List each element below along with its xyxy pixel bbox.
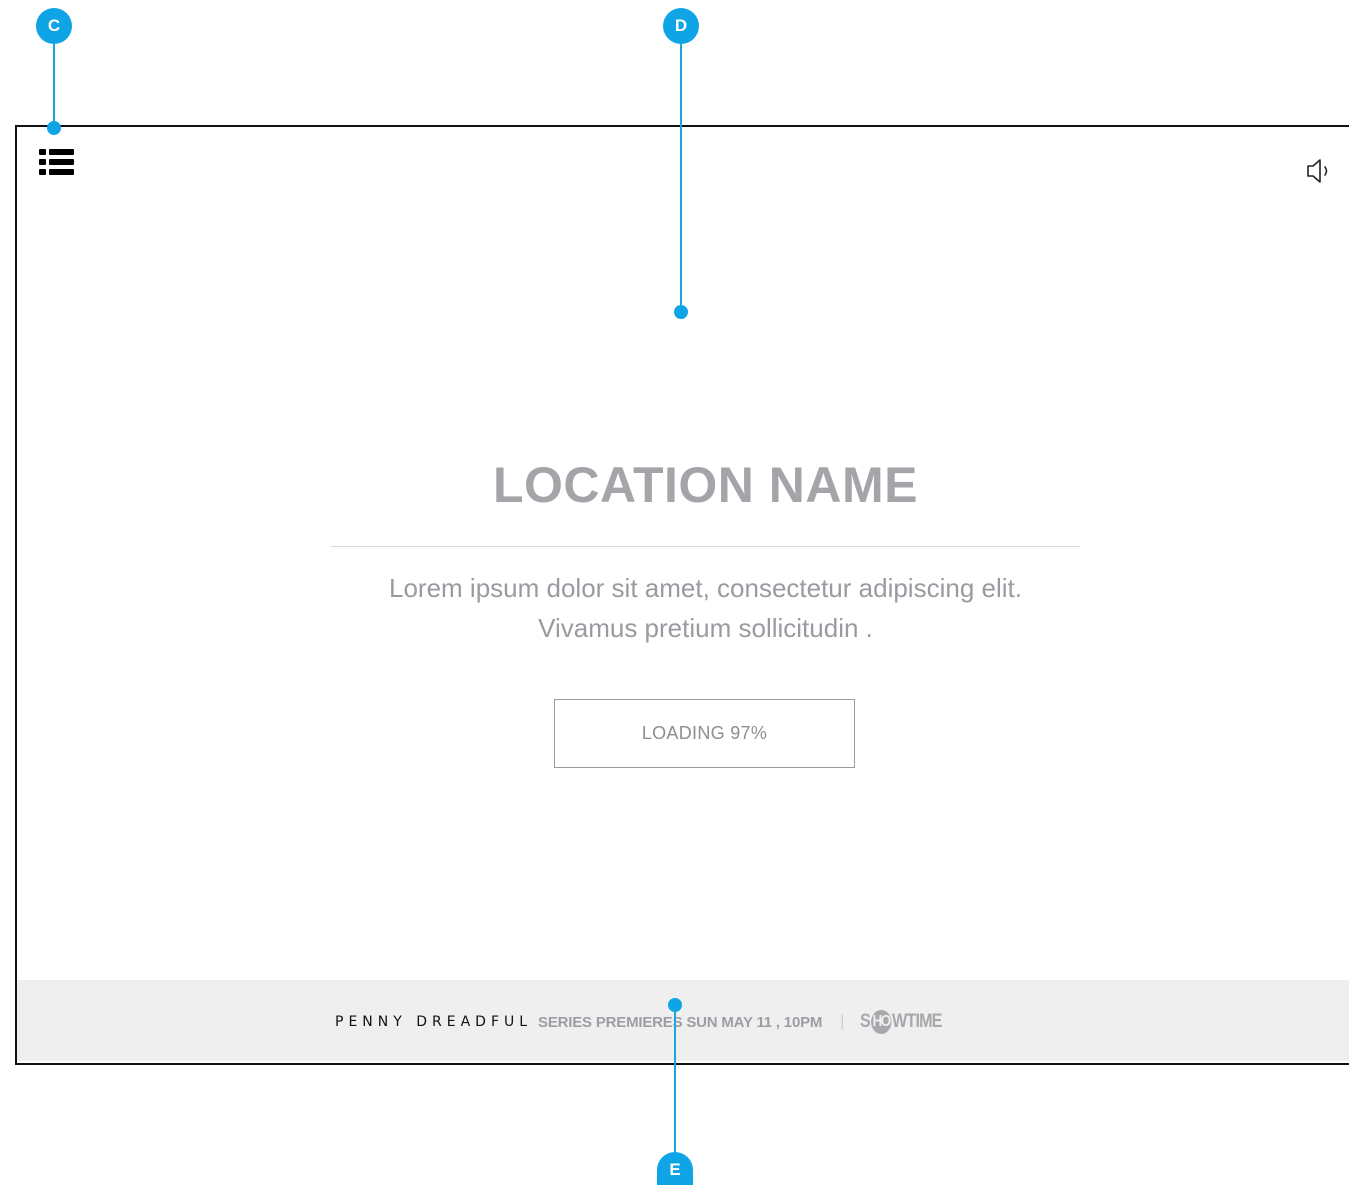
- callout-c-dot: [47, 121, 61, 135]
- description-line-2: Vivamus pretium sollicitudin .: [538, 613, 873, 643]
- wireframe-canvas: PENNY DREADFUL SERIES PREMIERES SUN MAY …: [0, 0, 1349, 1185]
- callout-d-badge: D: [663, 8, 699, 44]
- loading-label: LOADING 97%: [641, 723, 768, 743]
- footer-content: PENNY DREADFUL SERIES PREMIERES SUN MAY …: [335, 1008, 956, 1036]
- callout-c-badge: C: [36, 8, 72, 44]
- network-logo-circle: HO: [871, 1010, 892, 1034]
- callout-e-badge: E: [657, 1152, 693, 1185]
- callout-d-line: [680, 44, 682, 312]
- network-logo[interactable]: S HO WTIME: [860, 1010, 943, 1034]
- description-line-1: Lorem ipsum dolor sit amet, consectetur …: [389, 573, 1022, 603]
- list-menu-icon[interactable]: [39, 149, 74, 176]
- location-description: Lorem ipsum dolor sit amet, consectetur …: [331, 568, 1080, 648]
- speaker-icon[interactable]: [1306, 158, 1334, 184]
- show-title: PENNY DREADFUL: [335, 1014, 533, 1030]
- loading-button[interactable]: LOADING 97%: [554, 699, 855, 768]
- callout-e-dot: [668, 998, 682, 1012]
- location-title: LOCATION NAME: [493, 457, 918, 513]
- footer-separator: |: [840, 1013, 845, 1030]
- title-divider: [331, 546, 1080, 547]
- network-logo-pre: S: [860, 1011, 871, 1032]
- callout-e-line: [674, 1005, 676, 1155]
- premiere-text: SERIES PREMIERES SUN MAY 11 , 10PM: [538, 1013, 823, 1031]
- callout-c-line: [53, 44, 55, 128]
- network-logo-post: WTIME: [892, 1011, 942, 1032]
- callout-d-dot: [674, 305, 688, 319]
